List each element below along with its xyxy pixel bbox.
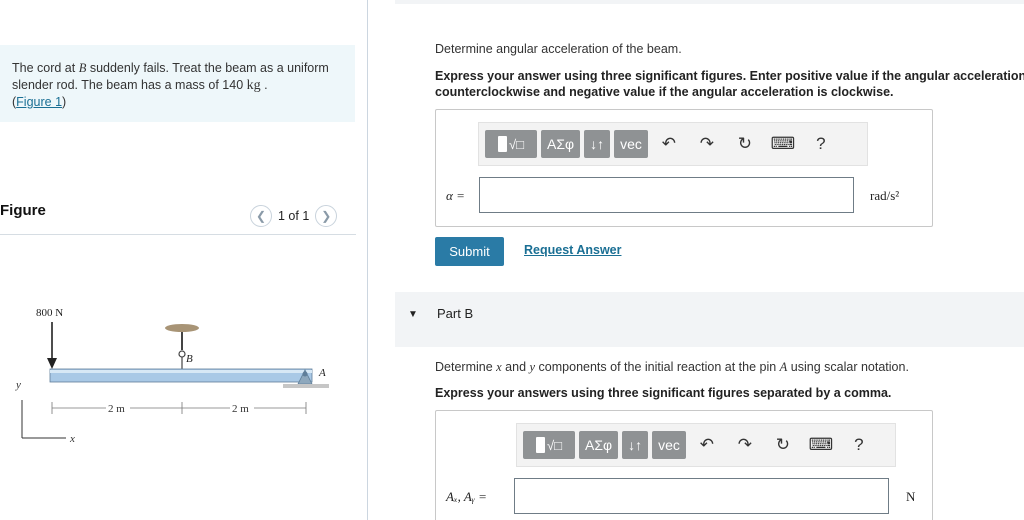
caret-down-icon[interactable]: ▼ [408, 309, 418, 320]
part-b-q-1: Determine [435, 360, 497, 374]
part-b-question: Determine x and y components of the init… [435, 360, 909, 375]
reset-icon[interactable]: ↻ [728, 130, 762, 158]
part-a-variable-label: α = [446, 188, 465, 203]
templates-button[interactable]: √□ [485, 130, 537, 158]
next-figure-button[interactable]: ❯ [315, 205, 338, 227]
problem-period: . [260, 78, 268, 92]
chevron-right-icon: ❯ [321, 209, 332, 223]
part-a-instruction-1: Express your answer using three signific… [435, 69, 1024, 83]
request-answer-link[interactable]: Request Answer [524, 243, 621, 257]
part-b-title: Part B [437, 306, 474, 321]
figure-page-indicator: 1 of 1 [278, 209, 310, 223]
part-a-header [395, 0, 1024, 4]
part-a-instruction-2: counterclockwise and negative value if t… [435, 85, 894, 99]
part-a-answer-input[interactable] [479, 177, 854, 213]
greek-button[interactable]: ΑΣφ [579, 431, 619, 459]
divider [0, 234, 356, 235]
help-button[interactable]: ? [804, 130, 838, 158]
redo-icon[interactable]: ↷ [690, 130, 724, 158]
ground [283, 384, 329, 388]
axis-y-label: y [15, 379, 21, 391]
part-b-q-2: and [501, 360, 530, 374]
figure-heading: Figure [0, 202, 46, 219]
beam-highlight [50, 370, 312, 373]
pin [302, 371, 308, 377]
label-a: A [318, 367, 326, 379]
keyboard-icon[interactable]: ⌨ [804, 431, 838, 459]
figure-link[interactable]: Figure 1 [16, 95, 62, 109]
greek-button[interactable]: ΑΣφ [541, 130, 581, 158]
part-b-variable-label: Aₓ, Aᵧ = [446, 489, 487, 504]
part-b-toolbar: √□ ΑΣφ ↓↑ vec ↶ ↷ ↻ ⌨ ? [516, 423, 896, 467]
dim-right-label: 2 m [232, 403, 249, 415]
sqrt-icon: √□ [547, 437, 562, 453]
label-b: B [186, 353, 193, 365]
chevron-left-icon: ❮ [255, 209, 267, 223]
part-b-answer-input[interactable] [514, 478, 889, 514]
left-pane: The cord at B suddenly fails. Treat the … [0, 0, 368, 520]
submit-button[interactable]: Submit [435, 237, 504, 266]
vec-button[interactable]: vec [614, 130, 648, 158]
problem-text-1: The cord at [12, 61, 79, 75]
dim-left-label: 2 m [108, 403, 125, 415]
problem-statement: The cord at B suddenly fails. Treat the … [0, 45, 355, 122]
arrows-button[interactable]: ↓↑ [584, 130, 611, 158]
force-arrowhead [47, 358, 57, 369]
figure-pagination: ❮ 1 of 1 ❯ [250, 205, 338, 227]
force-label: 800 N [36, 307, 63, 319]
sqrt-icon: √□ [509, 136, 524, 152]
keyboard-icon[interactable]: ⌨ [766, 130, 800, 158]
arrows-button[interactable]: ↓↑ [622, 431, 649, 459]
prev-figure-button[interactable]: ❮ [250, 205, 272, 227]
undo-icon[interactable]: ↶ [652, 130, 686, 158]
templates-button[interactable]: √□ [523, 431, 575, 459]
beam-figure: y x 800 N B A 2 m 2 m [15, 307, 329, 445]
part-b-unit: N [906, 489, 916, 504]
part-b-instruction: Express your answers using three signifi… [435, 386, 892, 400]
ceiling-plate [165, 324, 199, 332]
help-button[interactable]: ? [842, 431, 876, 459]
part-a-answer-box: √□ ΑΣφ ↓↑ vec ↶ ↷ ↻ ⌨ ? α = rad/s² [435, 109, 933, 227]
part-b-header[interactable] [395, 292, 1024, 347]
part-a-question: Determine angular acceleration of the be… [435, 42, 682, 56]
part-b-q-4: using scalar notation. [787, 360, 909, 374]
undo-icon[interactable]: ↶ [690, 431, 724, 459]
part-b-q-3: components of the initial reaction at th… [535, 360, 780, 374]
problem-unit-kg: kg [246, 78, 261, 93]
part-a-unit: rad/s² [870, 188, 900, 203]
template-square-icon [536, 437, 545, 453]
template-square-icon [498, 136, 507, 152]
reset-icon[interactable]: ↻ [766, 431, 800, 459]
vec-button[interactable]: vec [652, 431, 686, 459]
cord-ring [178, 350, 186, 358]
part-a-toolbar: √□ ΑΣφ ↓↑ vec ↶ ↷ ↻ ⌨ ? [478, 122, 868, 166]
axis-x-label: x [69, 433, 75, 445]
redo-icon[interactable]: ↷ [728, 431, 762, 459]
part-b-answer-box: √□ ΑΣφ ↓↑ vec ↶ ↷ ↻ ⌨ ? Aₓ, Aᵧ = N [435, 410, 933, 520]
